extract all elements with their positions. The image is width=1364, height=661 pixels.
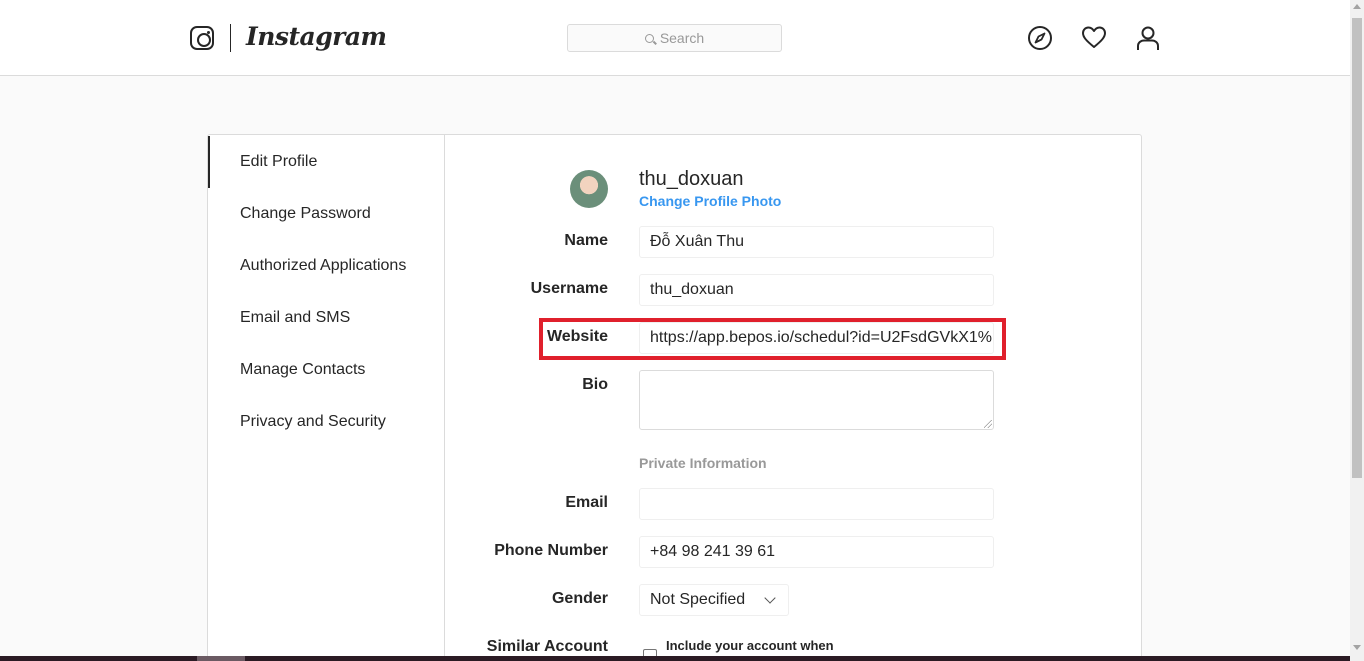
name-field[interactable]: Đỗ Xuân Thu [639,226,994,258]
instagram-wordmark[interactable]: Instagram [246,22,387,51]
sidebar-item-privacy-and-security[interactable]: Privacy and Security [208,396,444,448]
website-highlight-box [539,318,1006,360]
gender-select[interactable]: Not Specified [639,584,789,616]
page-scrollbar[interactable] [1350,0,1364,661]
private-information-heading: Private Information [639,455,767,471]
sidebar-item-edit-profile[interactable]: Edit Profile [208,136,444,188]
gender-label: Gender [551,590,608,607]
similar-account-label: Similar Account [486,638,608,655]
search-icon [644,33,654,43]
person-icon[interactable] [1135,25,1161,51]
instagram-glyph-icon[interactable] [190,26,214,50]
scroll-up-arrow-icon[interactable] [1353,4,1361,9]
top-navigation-bar: Instagram Search [0,0,1350,76]
profile-username: thu_doxuan [639,168,744,190]
name-label: Name [564,232,608,249]
phone-number-label: Phone Number [494,542,608,559]
username-label: Username [530,280,608,297]
bio-textarea[interactable] [639,370,994,430]
email-field[interactable] [639,488,994,520]
heart-icon[interactable] [1081,25,1107,51]
search-input[interactable]: Search [567,24,782,52]
scroll-down-arrow-icon[interactable] [1353,645,1361,650]
search-placeholder: Search [659,30,705,46]
gender-selected-value: Not Specified [650,591,746,608]
avatar[interactable] [570,170,608,208]
phone-number-field[interactable]: +84 98 241 39 61 [639,536,994,568]
os-taskbar [0,656,1350,661]
settings-panel: Edit Profile Change Password Authorized … [207,134,1142,661]
compass-icon[interactable] [1027,25,1053,51]
bio-label: Bio [582,376,608,393]
taskbar-item[interactable] [197,656,245,661]
chevron-down-icon [764,592,776,604]
username-field[interactable]: thu_doxuan [639,274,994,306]
change-profile-photo-link[interactable]: Change Profile Photo [639,193,781,209]
similar-account-text: Include your account when [666,638,834,653]
logo-divider [230,24,231,52]
email-label: Email [565,494,608,511]
resize-handle-icon[interactable] [984,420,992,428]
scroll-thumb[interactable] [1352,18,1362,478]
settings-sidebar: Edit Profile Change Password Authorized … [208,135,445,661]
